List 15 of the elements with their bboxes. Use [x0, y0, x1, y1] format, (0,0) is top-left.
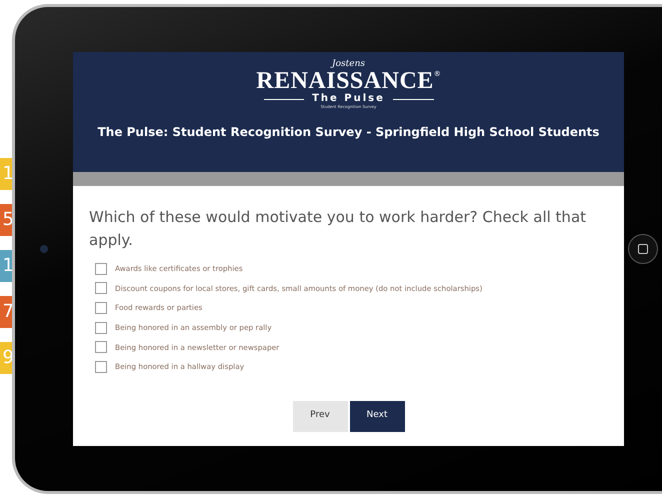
prev-button[interactable]: Prev	[292, 400, 348, 432]
checkbox[interactable]	[95, 360, 107, 373]
checkbox[interactable]	[95, 302, 107, 314]
next-button[interactable]: Next	[350, 400, 404, 432]
camera-icon	[40, 245, 48, 253]
checkbox[interactable]	[95, 322, 107, 334]
survey-title: The Pulse: Student Recognition Survey - Springfield High School Students	[98, 124, 600, 141]
question-text: Which of these would motivate you to work harder? Check all that apply.	[89, 207, 588, 250]
logo-wordmark: RENAISSANCE	[256, 69, 434, 93]
checkbox[interactable]	[95, 341, 107, 354]
checkbox[interactable]	[95, 282, 107, 294]
checkbox[interactable]	[95, 262, 107, 275]
home-button[interactable]	[628, 234, 658, 264]
logo-tagline: The Pulse	[312, 93, 385, 105]
brand-logo: Jostens	[332, 60, 365, 69]
